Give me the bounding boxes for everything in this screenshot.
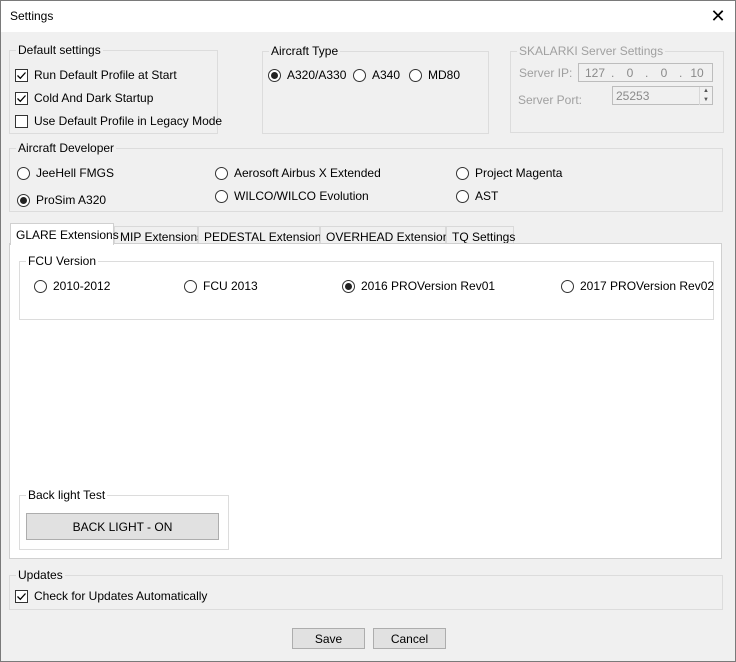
aircraft-type-md80-radio[interactable]: MD80 [409,67,460,83]
legacy-mode-checkbox[interactable]: Use Default Profile in Legacy Mode [15,113,222,129]
ip-octet-4: 10 [690,65,704,80]
fcu-version-title: FCU Version [26,254,99,268]
updates-title: Updates [16,568,65,582]
developer-project-magenta-radio[interactable]: Project Magenta [456,165,562,181]
checkbox-box[interactable] [15,68,28,82]
radio-label: FCU 2013 [203,279,258,293]
radio-circle[interactable] [561,279,574,293]
radio-circle[interactable] [17,193,30,207]
radio-circle[interactable] [409,68,422,82]
run-default-profile-checkbox[interactable]: Run Default Profile at Start [15,67,177,83]
radio-dot-icon [20,196,27,204]
radio-dot-icon [345,282,352,290]
aircraft-type-a320-radio[interactable]: A320/A330 [268,67,346,83]
checkbox-box[interactable] [15,114,28,128]
radio-dot-icon [271,71,278,79]
radio-label: A340 [372,68,401,82]
save-button[interactable]: Save [292,628,365,649]
checkmark-icon [17,592,26,600]
aircraft-type-a340-radio[interactable]: A340 [353,67,400,83]
fcu-2017-pro-radio[interactable]: 2017 PROVersion Rev02 [561,278,714,294]
aircraft-type-title: Aircraft Type [269,44,341,58]
radio-label: Aerosoft Airbus X Extended [234,166,381,180]
developer-jeehell-radio[interactable]: JeeHell FMGS [17,165,114,181]
backlight-on-button[interactable]: BACK LIGHT - ON [26,513,219,540]
close-button[interactable]: ✕ [701,1,735,31]
server-port-value: 25253 [616,89,650,103]
close-icon: ✕ [710,5,726,26]
aircraft-type-group: Aircraft Type [262,44,489,134]
ip-octet-1: 127 [584,65,606,80]
backlight-test-title: Back light Test [26,488,108,502]
spin-up-icon[interactable]: ▲ [700,87,712,96]
checkbox-label: Use Default Profile in Legacy Mode [34,114,223,128]
tab-glare-extensions[interactable]: GLARE Extensions [10,223,119,245]
checkbox-box[interactable] [15,589,28,603]
default-settings-title: Default settings [16,43,103,57]
server-port-input[interactable]: 25253 ▲ ▼ [612,86,713,105]
checkbox-label: Cold And Dark Startup [34,91,154,105]
radio-circle[interactable] [215,166,228,180]
server-port-label: Server Port: [518,93,583,107]
check-updates-checkbox[interactable]: Check for Updates Automatically [15,588,207,604]
developer-ast-radio[interactable]: AST [456,188,498,204]
radio-circle[interactable] [184,279,197,293]
radio-label: 2016 PROVersion Rev01 [361,279,496,293]
radio-circle[interactable] [353,68,366,82]
radio-circle[interactable] [17,166,30,180]
ip-octet-2: 0 [626,65,634,80]
glare-extensions-panel: FCU Version 2010-2012 FCU 2013 2016 PROV… [9,243,722,559]
title-bar: Settings ✕ [1,1,735,32]
fcu-2016-pro-radio[interactable]: 2016 PROVersion Rev01 [342,278,495,294]
aircraft-developer-title: Aircraft Developer [16,141,117,155]
radio-circle[interactable] [34,279,47,293]
radio-circle[interactable] [342,279,355,293]
radio-label: 2010-2012 [53,279,111,293]
checkbox-box[interactable] [15,91,28,105]
radio-label: 2017 PROVersion Rev02 [580,279,715,293]
radio-circle[interactable] [215,189,228,203]
developer-wilco-radio[interactable]: WILCO/WILCO Evolution [215,188,369,204]
developer-prosim-radio[interactable]: ProSim A320 [17,192,106,208]
port-spinner[interactable]: ▲ ▼ [699,87,712,105]
radio-label: MD80 [428,68,461,82]
radio-label: Project Magenta [475,166,563,180]
checkbox-label: Check for Updates Automatically [34,589,208,603]
server-settings-title: SKALARKI Server Settings [517,44,666,58]
radio-circle[interactable] [456,166,469,180]
radio-label: ProSim A320 [36,193,107,207]
radio-label: AST [475,189,499,203]
checkmark-icon [17,94,26,102]
radio-circle[interactable] [456,189,469,203]
developer-aerosoft-radio[interactable]: Aerosoft Airbus X Extended [215,165,381,181]
settings-window: Settings ✕ Default settings Run Default … [0,0,736,662]
cancel-button[interactable]: Cancel [373,628,446,649]
checkmark-icon [17,71,26,79]
cold-dark-startup-checkbox[interactable]: Cold And Dark Startup [15,90,153,106]
window-title: Settings [10,9,54,23]
radio-label: JeeHell FMGS [36,166,115,180]
fcu-2010-2012-radio[interactable]: 2010-2012 [34,278,110,294]
server-ip-input[interactable]: 127 . 0 . 0 . 10 [578,63,713,82]
radio-label: WILCO/WILCO Evolution [234,189,369,203]
radio-circle[interactable] [268,68,281,82]
fcu-2013-radio[interactable]: FCU 2013 [184,278,258,294]
ip-octet-3: 0 [660,65,668,80]
spin-down-icon[interactable]: ▼ [700,96,712,105]
radio-label: A320/A330 [287,68,347,82]
checkbox-label: Run Default Profile at Start [34,68,177,82]
server-ip-label: Server IP: [519,66,573,80]
